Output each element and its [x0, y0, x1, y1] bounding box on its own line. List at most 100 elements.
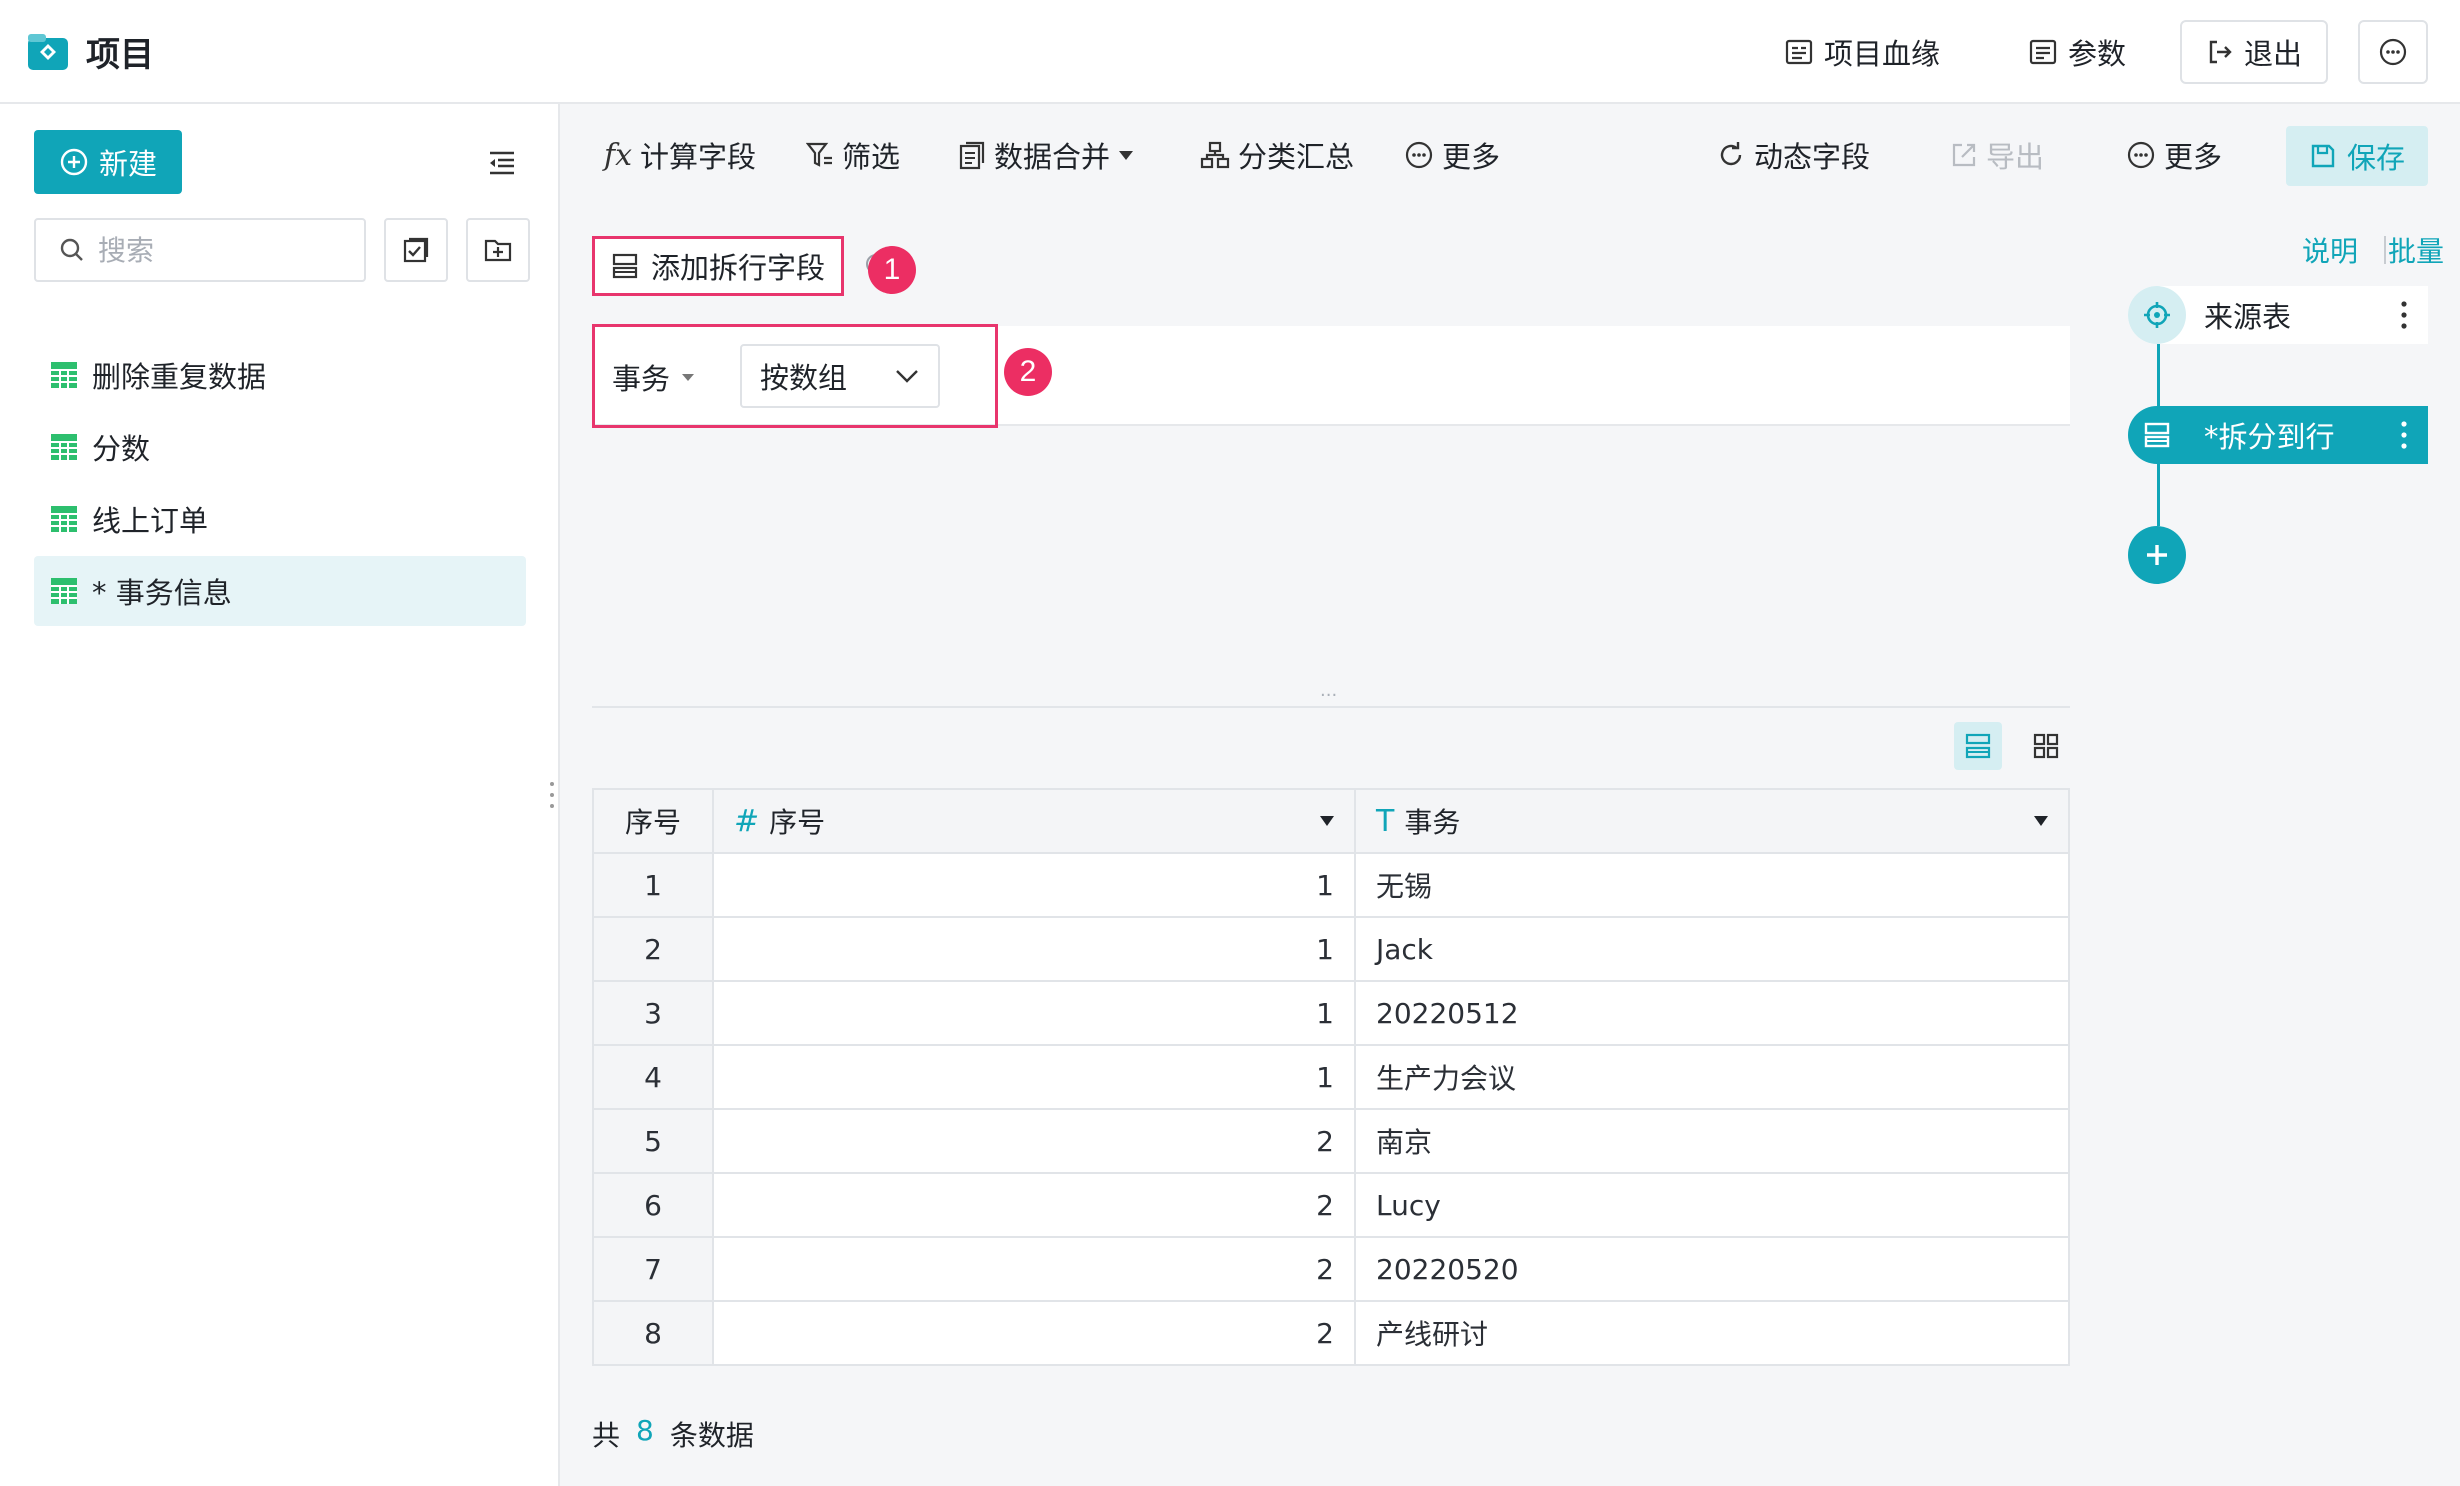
cell-transaction[interactable]: 生产力会议 [1354, 1044, 2070, 1110]
params-label: 参数 [2068, 37, 2127, 71]
column-menu-icon[interactable] [2030, 810, 2052, 832]
column-menu-icon[interactable] [1316, 810, 1338, 832]
row-index: 6 [592, 1172, 714, 1238]
exit-label: 退出 [2243, 37, 2302, 71]
flow-connector [2157, 464, 2160, 526]
cell-seq[interactable]: 1 [712, 852, 1356, 918]
more-actions-button[interactable]: 更多 [2126, 130, 2222, 180]
search-input[interactable] [98, 233, 338, 267]
flow-node-split-rows[interactable]: *拆分到行 [2128, 406, 2428, 464]
table-row: 6 2 Lucy [592, 1172, 2070, 1238]
add-split-field-button[interactable]: 添加拆行字段 [592, 236, 844, 296]
caret-down-icon [682, 374, 695, 381]
resize-handle[interactable] [548, 780, 556, 810]
page-title: 项目 [86, 35, 154, 75]
merge-dropdown[interactable]: 数据合并 [958, 130, 1134, 180]
preview-separator [592, 706, 2070, 708]
table-row: 3 1 20220512 [592, 980, 2070, 1046]
kebab-menu-icon[interactable] [2398, 298, 2410, 332]
column-header-transaction[interactable]: T 事务 [1354, 788, 2070, 854]
row-index: 4 [592, 1044, 714, 1110]
export-button[interactable]: 导出 [1950, 130, 2044, 180]
project-lineage-button[interactable]: 项目血缘 [1784, 26, 1940, 78]
cell-seq[interactable]: 2 [712, 1300, 1356, 1366]
dynamic-field-button[interactable]: 动态字段 [1716, 130, 1870, 180]
cell-transaction[interactable]: Jack [1354, 916, 2070, 982]
new-folder-button[interactable] [466, 218, 530, 282]
save-label: 保存 [2346, 141, 2405, 175]
split-mode-select[interactable]: 按数组 [740, 344, 940, 408]
row-index: 7 [592, 1236, 714, 1302]
collapse-sidebar-icon[interactable] [486, 148, 518, 178]
new-button[interactable]: 新建 [34, 130, 182, 194]
add-node-button[interactable] [2128, 526, 2186, 584]
preview-table: 序号 # 序号 T 事务 1 1 无锡 2 1 Jack 3 1 2022051… [592, 788, 2070, 1366]
calc-field-button[interactable]: fx 计算字段 [604, 130, 756, 180]
group-summary-button[interactable]: 分类汇总 [1200, 130, 1354, 180]
more-options-button[interactable] [2358, 20, 2428, 84]
table-row: 8 2 产线研讨 [592, 1300, 2070, 1366]
cell-seq[interactable]: 2 [712, 1236, 1356, 1302]
cell-seq[interactable]: 2 [712, 1108, 1356, 1174]
plus-circle-icon [60, 148, 88, 176]
project-logo-icon [28, 34, 68, 70]
calc-field-label: 计算字段 [640, 140, 757, 174]
more-tools-button[interactable]: 更多 [1404, 130, 1500, 180]
search-icon [60, 238, 83, 261]
tree-item-delete-duplicates[interactable]: 删除重复数据 [34, 340, 526, 410]
group-summary-label: 分类汇总 [1238, 140, 1355, 174]
table-row: 1 1 无锡 [592, 852, 2070, 918]
sheet-icon [51, 578, 77, 604]
cell-transaction[interactable]: 产线研讨 [1354, 1300, 2070, 1366]
batch-select-button[interactable] [384, 218, 448, 282]
cell-transaction[interactable]: 南京 [1354, 1108, 2070, 1174]
cell-transaction[interactable]: Lucy [1354, 1172, 2070, 1238]
flow-node-source[interactable]: 来源表 [2128, 286, 2428, 344]
list-view-toggle[interactable] [1954, 722, 2002, 770]
kebab-menu-icon[interactable] [2398, 418, 2410, 452]
save-icon [2311, 144, 2335, 168]
cell-seq[interactable]: 1 [712, 916, 1356, 982]
cell-transaction[interactable]: 20220520 [1354, 1236, 2070, 1302]
row-index: 3 [592, 980, 714, 1046]
more-circle-icon [2127, 141, 2155, 169]
panel-splitter[interactable]: ... [1320, 680, 1337, 701]
step-badge-2: 2 [1004, 348, 1052, 396]
cell-transaction[interactable]: 20220512 [1354, 980, 2070, 1046]
params-button[interactable]: 参数 [2028, 26, 2126, 78]
cell-seq[interactable]: 1 [712, 1044, 1356, 1110]
merge-icon [959, 141, 985, 170]
column-header-seq[interactable]: # 序号 [712, 788, 1356, 854]
exit-icon [2209, 40, 2232, 64]
search-field[interactable] [34, 218, 366, 282]
tree-item-label: 删除重复数据 [92, 360, 267, 394]
more-circle-icon [2379, 38, 2407, 66]
batch-link[interactable]: 批量 [2388, 230, 2444, 270]
tree-item-scores[interactable]: 分数 [34, 412, 526, 482]
field-name-dropdown[interactable]: 事务 [612, 356, 696, 398]
row-count-prefix: 共 [592, 1419, 621, 1452]
save-button[interactable]: 保存 [2286, 126, 2428, 186]
sheet-icon [51, 434, 77, 460]
new-label: 新建 [98, 147, 157, 181]
checkbox-list-icon [403, 237, 429, 263]
flow-panel [2092, 204, 2460, 1486]
filter-button[interactable]: 筛选 [806, 130, 900, 180]
function-icon: fx [604, 137, 633, 173]
column-header-seq-label: 序号 [769, 806, 826, 839]
row-count-suffix: 条数据 [669, 1419, 754, 1452]
split-rows-icon [612, 253, 638, 279]
export-icon [1952, 143, 1976, 167]
cell-transaction[interactable]: 无锡 [1354, 852, 2070, 918]
top-bar: 项目 项目血缘 参数 退出 [0, 0, 2460, 104]
row-index: 1 [592, 852, 714, 918]
exit-button[interactable]: 退出 [2180, 20, 2328, 84]
filter-icon [806, 142, 832, 167]
cell-seq[interactable]: 2 [712, 1172, 1356, 1238]
cell-seq[interactable]: 1 [712, 980, 1356, 1046]
tree-item-online-orders[interactable]: 线上订单 [34, 484, 526, 554]
table-row: 5 2 南京 [592, 1108, 2070, 1174]
description-link[interactable]: 说明 [2302, 230, 2358, 270]
grid-view-toggle[interactable] [2022, 722, 2070, 770]
tree-item-transaction-info[interactable]: * 事务信息 [34, 556, 526, 626]
